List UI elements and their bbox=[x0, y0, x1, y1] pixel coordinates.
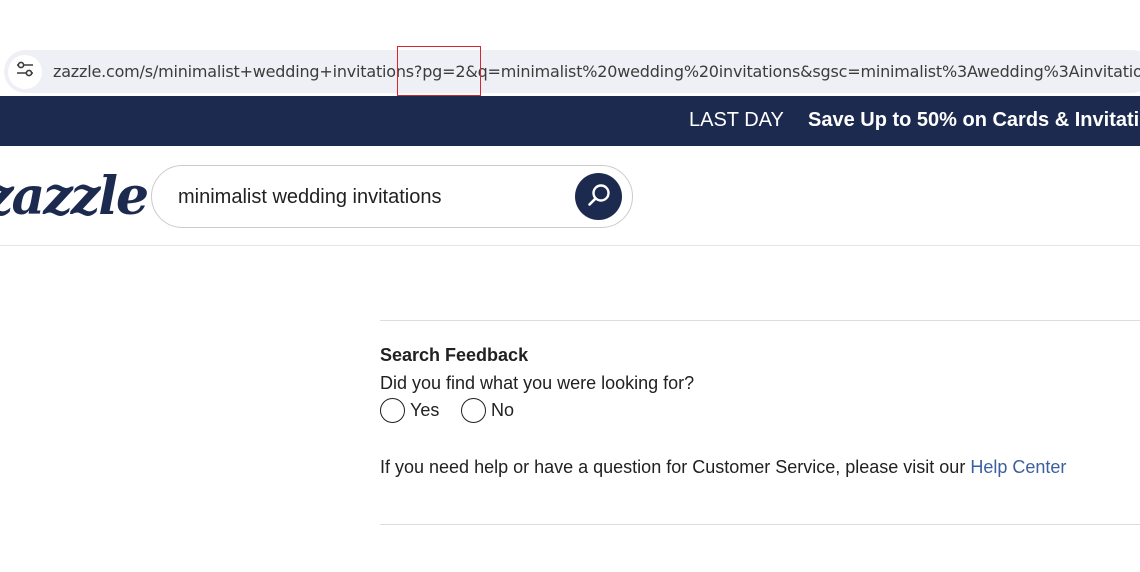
no-label: No bbox=[491, 400, 515, 420]
feedback-no-option[interactable]: No bbox=[461, 398, 514, 423]
address-bar[interactable]: zazzle.com/s/minimalist+wedding+invitati… bbox=[4, 50, 1140, 93]
search-button[interactable] bbox=[575, 173, 622, 220]
promo-offer[interactable]: Save Up to 50% on Cards & Invitations bbox=[808, 109, 1140, 132]
feedback-question: Did you find what you were looking for? bbox=[380, 373, 695, 393]
search-input[interactable] bbox=[178, 178, 558, 216]
feedback-title: Search Feedback bbox=[380, 345, 529, 365]
no-radio[interactable] bbox=[461, 398, 486, 423]
help-center-link[interactable]: Help Center bbox=[970, 457, 1066, 477]
search-box bbox=[151, 165, 633, 228]
section-divider-bottom bbox=[380, 524, 1140, 525]
url-text[interactable]: zazzle.com/s/minimalist+wedding+invitati… bbox=[53, 62, 1140, 81]
search-icon bbox=[586, 182, 612, 211]
promo-last-day: LAST DAY bbox=[689, 109, 784, 131]
browser-chrome: zazzle.com/s/minimalist+wedding+invitati… bbox=[0, 0, 1140, 96]
help-text: If you need help or have a question for … bbox=[380, 457, 1066, 478]
yes-label: Yes bbox=[410, 400, 440, 420]
feedback-yes-option[interactable]: Yes bbox=[380, 398, 439, 423]
help-text-body: If you need help or have a question for … bbox=[380, 457, 966, 477]
tune-icon bbox=[16, 61, 34, 82]
site-header: zazzle bbox=[0, 146, 1140, 246]
section-divider-top bbox=[380, 320, 1140, 321]
zazzle-logo[interactable]: zazzle bbox=[0, 166, 149, 227]
promo-banner[interactable]: LAST DAY Save Up to 50% on Cards & Invit… bbox=[0, 96, 1140, 146]
site-info-button[interactable] bbox=[8, 54, 42, 89]
yes-radio[interactable] bbox=[380, 398, 405, 423]
